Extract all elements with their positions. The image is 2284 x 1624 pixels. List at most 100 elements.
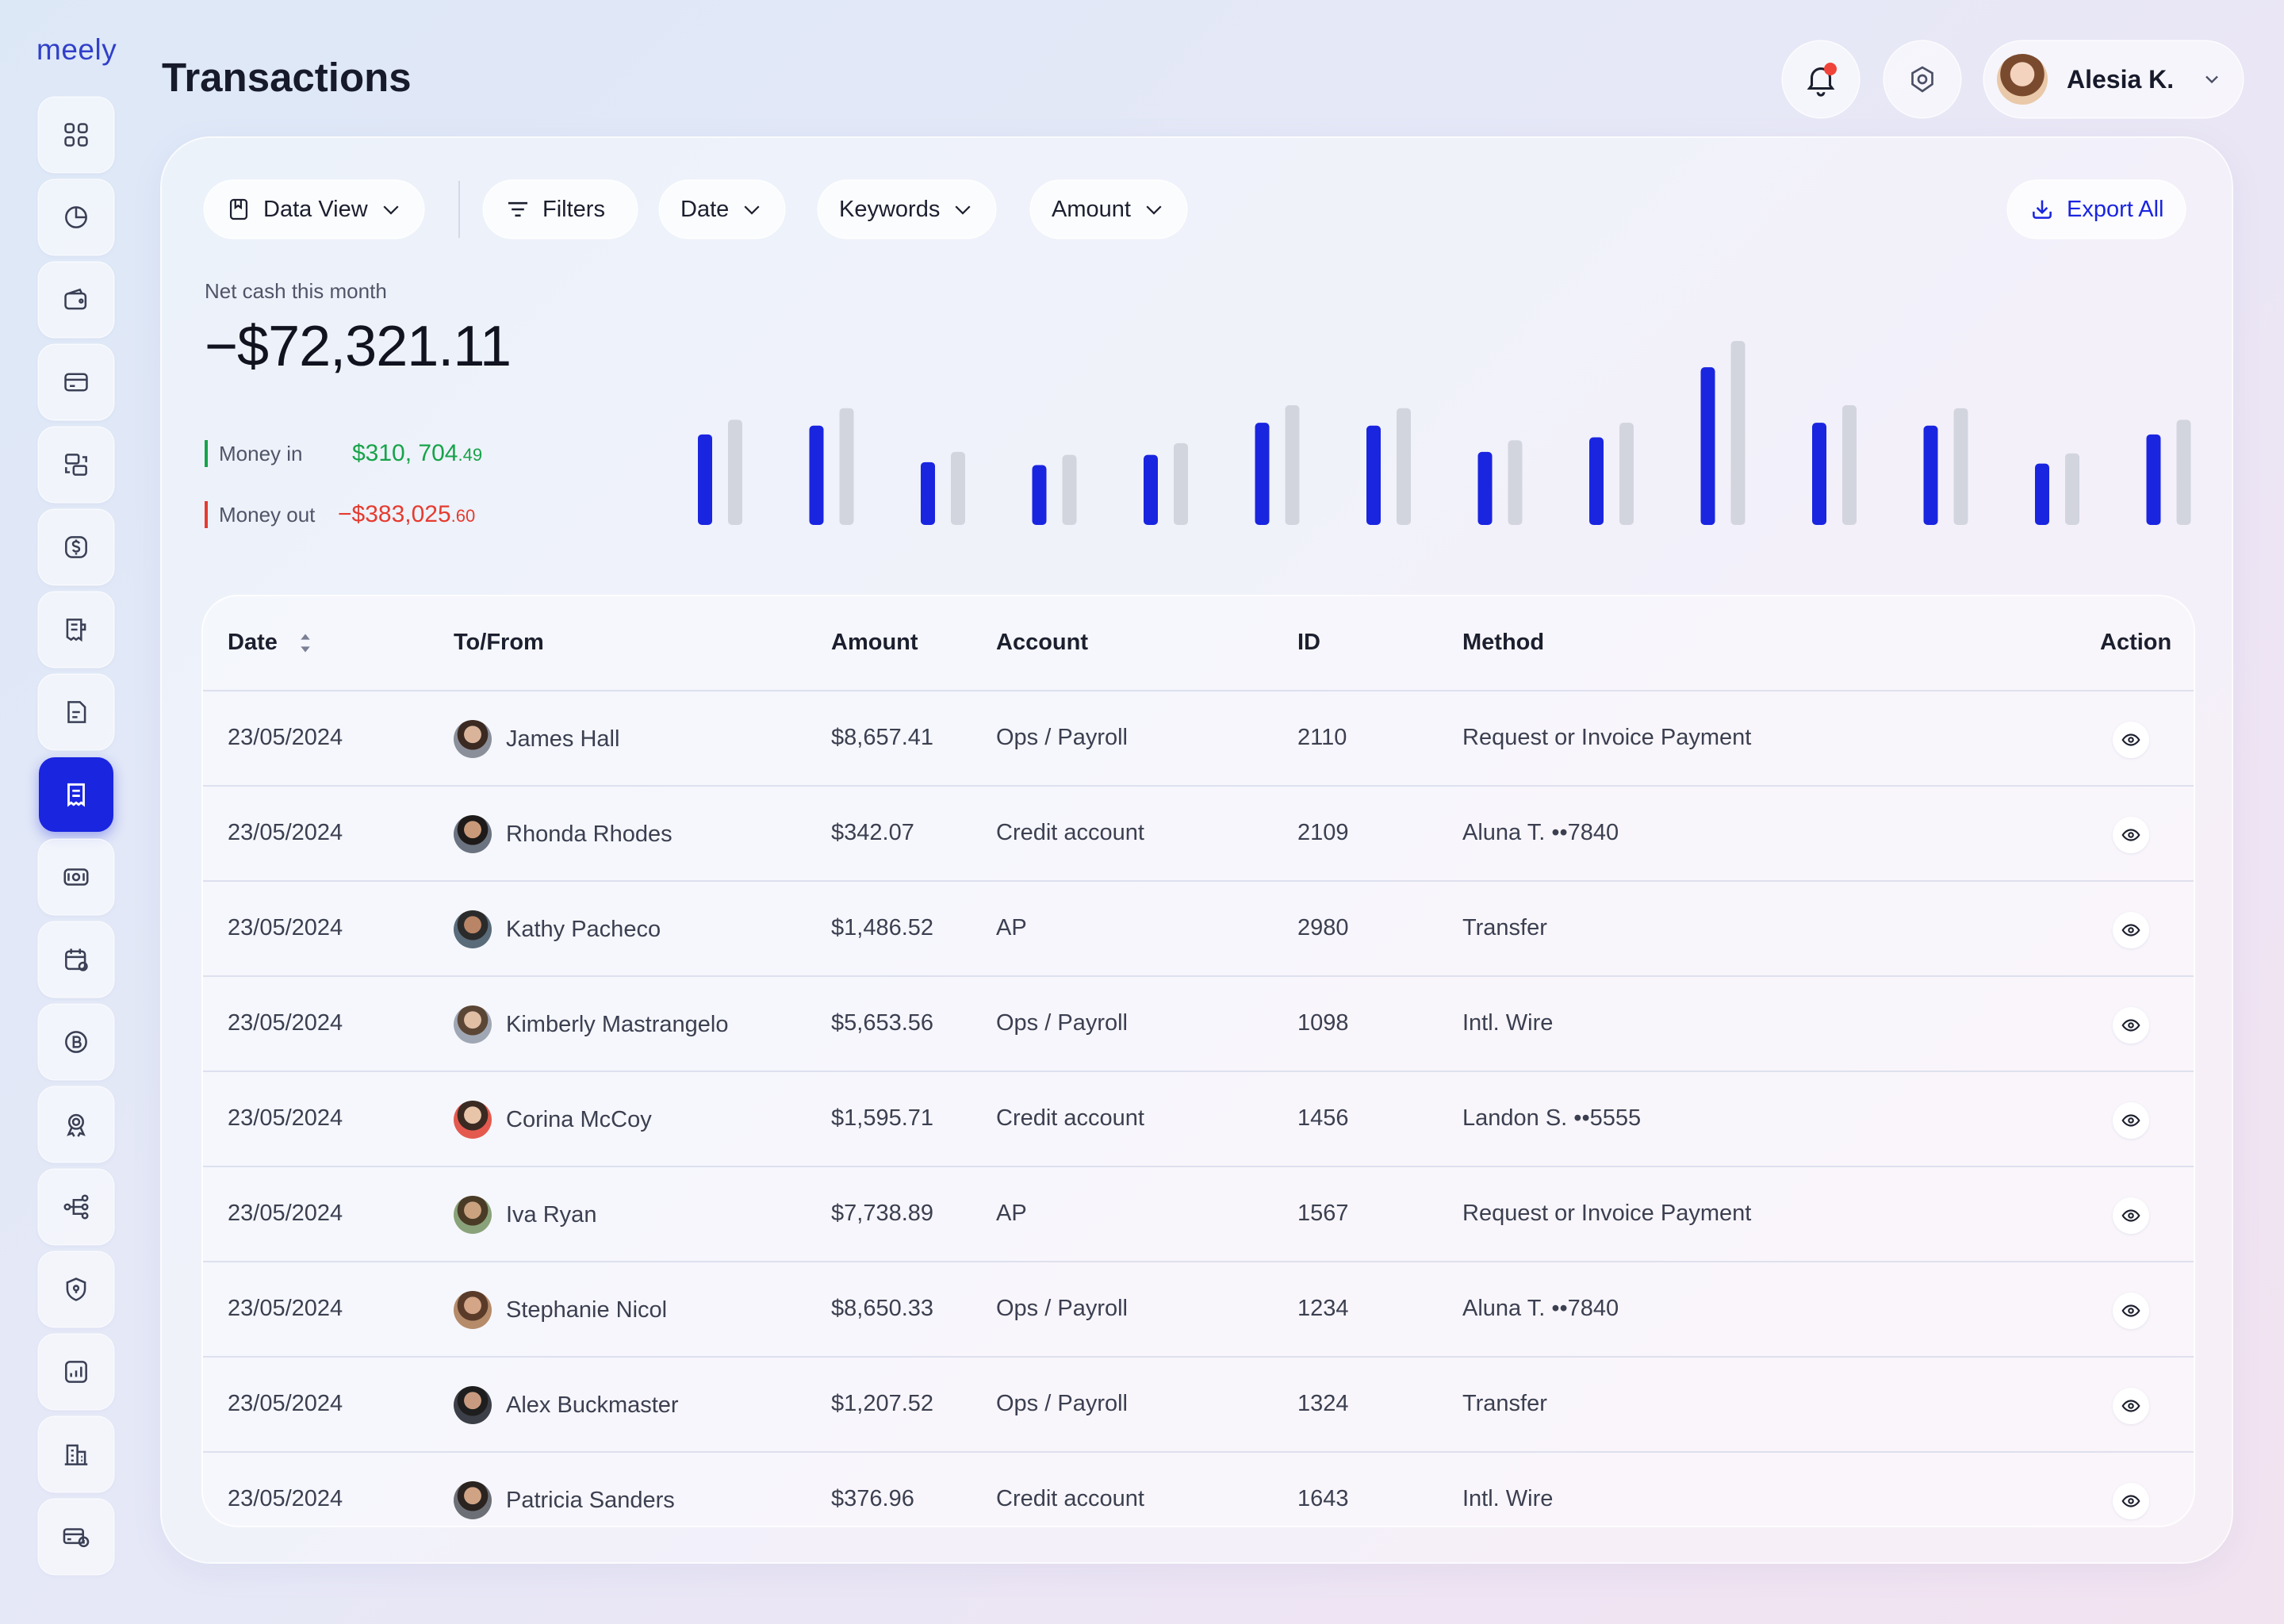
row-contact[interactable]: Corina McCoy [454,1101,652,1139]
sidebar-item-wallet[interactable] [39,262,113,337]
row-amount: $8,657.41 [831,725,934,750]
date-dropdown[interactable]: Date [660,181,785,238]
row-contact[interactable]: Alex Buckmaster [454,1386,679,1424]
eye-icon [2121,1495,2140,1507]
contact-name: Iva Ryan [506,1201,597,1228]
sidebar-item-documents[interactable] [39,675,113,749]
date-column-header[interactable]: Date [228,630,312,656]
sidebar-item-cards[interactable] [39,345,113,419]
sidebar-item-dashboard[interactable] [39,98,113,172]
sidebar-item-transactions[interactable] [39,757,113,832]
row-account: Ops / Payroll [996,1296,1128,1321]
table-header: Date To/From Amount Account ID Method Ac… [203,596,2194,691]
table-row[interactable]: 23/05/2024 Iva Ryan $7,738.89 AP 1567 Re… [203,1167,2194,1262]
view-button[interactable] [2113,1483,2149,1519]
money-in-bar [2035,463,2049,525]
view-button[interactable] [2113,817,2149,853]
view-button[interactable] [2113,1388,2149,1424]
sidebar-item-reports[interactable] [39,1335,113,1409]
view-button[interactable] [2113,912,2149,948]
table-row[interactable]: 23/05/2024 Alex Buckmaster $1,207.52 Ops… [203,1358,2194,1453]
eye-icon [2121,1304,2140,1317]
contact-avatar [454,720,492,758]
table-row[interactable]: 23/05/2024 Rhonda Rhodes $342.07 Credit … [203,787,2194,882]
money-in-bar [1366,425,1381,525]
sidebar-item-crypto[interactable] [39,1005,113,1079]
money-in-bar [1144,454,1158,525]
sidebar-item-cash[interactable] [39,840,113,914]
export-all-button[interactable]: Export All [2008,181,2185,238]
row-id: 2110 [1297,725,1347,750]
row-contact[interactable]: Patricia Sanders [454,1481,675,1519]
pie-chart-icon [65,206,87,228]
money-in-bar [1477,451,1493,525]
money-in-bar [921,462,935,525]
table-row[interactable]: 23/05/2024 Kimberly Mastrangelo $5,653.5… [203,977,2194,1072]
row-id: 1234 [1297,1296,1349,1321]
row-contact[interactable]: Kathy Pacheco [454,910,661,948]
row-amount: $8,650.33 [831,1296,934,1321]
table-row[interactable]: 23/05/2024 Kathy Pacheco $1,486.52 AP 29… [203,882,2194,977]
sidebar-item-analytics[interactable] [39,180,113,255]
table-row[interactable]: 23/05/2024 Corina McCoy $1,595.71 Credit… [203,1072,2194,1167]
chevron-down-icon [1146,205,1162,215]
view-button[interactable] [2113,1197,2149,1234]
date-header-label: Date [228,630,278,655]
sidebar-item-security[interactable] [39,1252,113,1327]
app-logo: meely [36,33,117,66]
row-contact[interactable]: James Hall [454,720,619,758]
contact-avatar [454,910,492,948]
money-out-bar [2176,419,2191,525]
table-row[interactable]: 23/05/2024 Stephanie Nicol $8,650.33 Ops… [203,1262,2194,1358]
chevron-down-icon [383,205,399,215]
view-button[interactable] [2113,722,2149,758]
analytics-icon [65,1361,87,1383]
transactions-icon [67,783,85,807]
contact-name: Corina McCoy [506,1106,652,1132]
toolbar-divider [458,181,460,238]
row-account: Credit account [996,820,1144,845]
sidebar-item-billing[interactable] [39,1500,113,1574]
transactions-table: Date To/From Amount Account ID Method Ac… [203,596,2194,1526]
money-out-marker [205,501,208,528]
data-view-dropdown[interactable]: Data View [205,181,423,238]
row-date: 23/05/2024 [228,725,343,750]
row-contact[interactable]: Kimberly Mastrangelo [454,1005,728,1044]
credit-card-icon [64,373,88,392]
data-view-label: Data View [263,196,368,222]
view-button[interactable] [2113,1293,2149,1329]
row-method: Aluna T. ••7840 [1462,1296,1619,1321]
sidebar-item-workflows[interactable] [39,1170,113,1244]
row-contact[interactable]: Iva Ryan [454,1196,596,1234]
sidebar-item-schedule[interactable] [39,922,113,997]
money-in-bar [1032,465,1047,525]
keywords-dropdown[interactable]: Keywords [818,181,996,238]
table-row[interactable]: 23/05/2024 James Hall $8,657.41 Ops / Pa… [203,691,2194,787]
settings-button[interactable] [1884,41,1960,117]
money-in-bar [1700,367,1715,525]
view-button[interactable] [2113,1102,2149,1139]
row-account: Credit account [996,1486,1144,1511]
sidebar-item-receipts[interactable] [39,592,113,667]
sidebar [39,98,113,1582]
sidebar-item-exchange[interactable] [39,427,113,502]
money-in-label: Money in [219,441,303,465]
sidebar-item-rewards[interactable] [39,1087,113,1162]
amount-dropdown[interactable]: Amount [1031,181,1186,238]
table-row[interactable]: 23/05/2024 Patricia Sanders $376.96 Cred… [203,1453,2194,1526]
notifications-button[interactable] [1783,41,1859,117]
row-contact[interactable]: Rhonda Rhodes [454,815,673,853]
row-amount: $342.07 [831,820,914,845]
row-date: 23/05/2024 [228,1201,343,1226]
row-amount: $376.96 [831,1486,914,1511]
user-menu[interactable]: Alesia K. [1984,41,2243,117]
sidebar-item-payments[interactable] [39,510,113,584]
row-method: Request or Invoice Payment [1462,725,1752,750]
filters-button[interactable]: Filters [484,181,637,238]
sidebar-item-companies[interactable] [39,1417,113,1492]
chevron-down-icon [955,205,971,215]
row-method: Transfer [1462,915,1547,940]
row-contact[interactable]: Stephanie Nicol [454,1291,667,1329]
contact-avatar [454,1005,492,1044]
view-button[interactable] [2113,1007,2149,1044]
